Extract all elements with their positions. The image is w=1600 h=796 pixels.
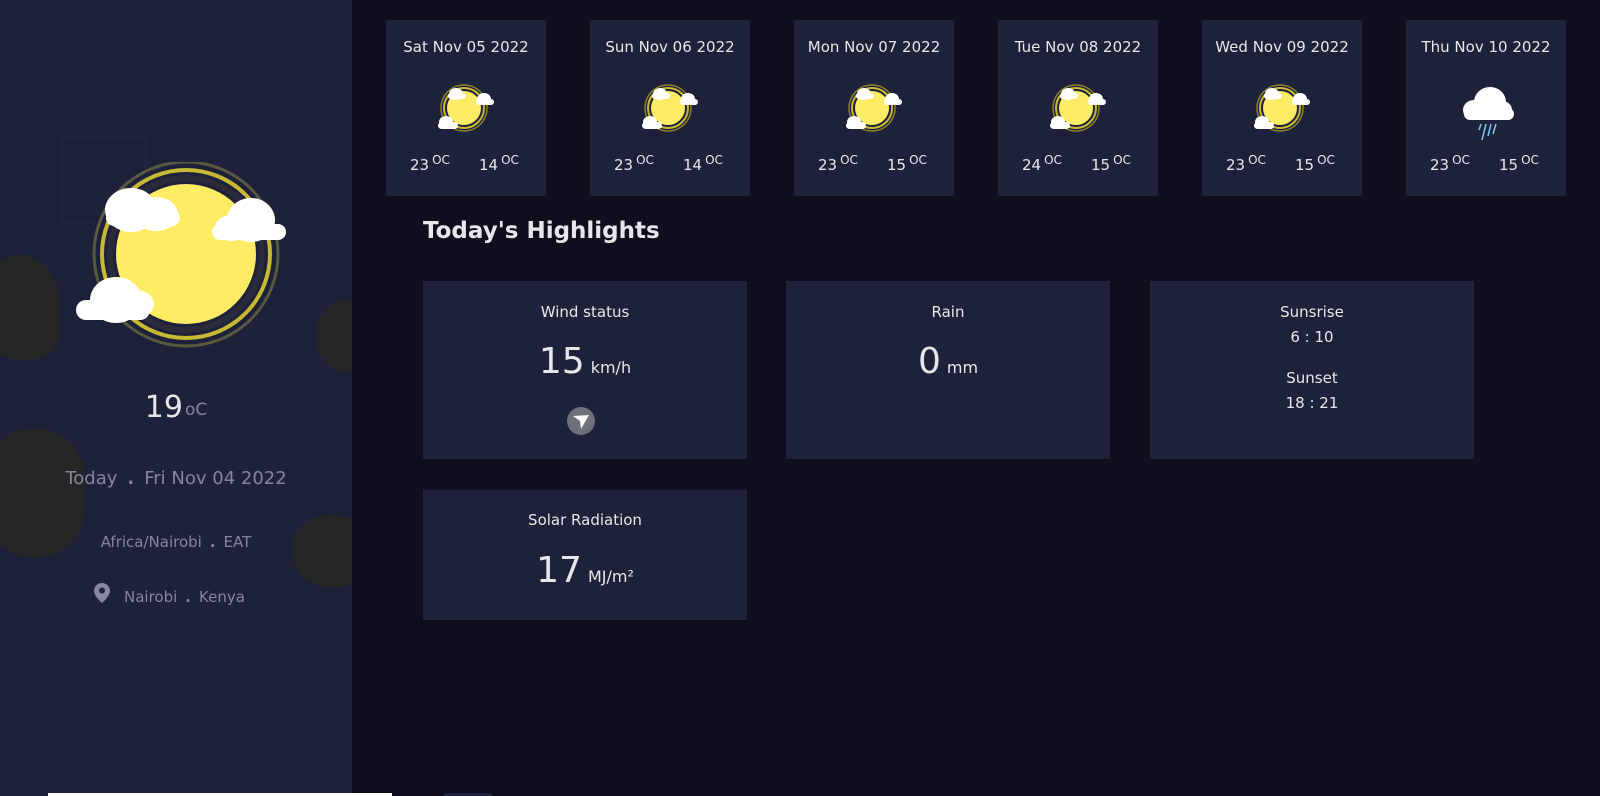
forecast-max-temp: 23 OC [614, 153, 654, 174]
forecast-max-temp: 23 OC [1226, 153, 1266, 174]
sun-with-clouds-icon [76, 162, 286, 348]
forecast-min-temp: 15 OC [1091, 153, 1131, 174]
rain-value: 0 mm [917, 341, 979, 382]
solar-label: Solar Radiation [528, 511, 642, 529]
sunrise-time: 6 : 10 [1290, 328, 1334, 346]
rain-cloud-icon [1463, 87, 1514, 141]
forecast-max-temp: 24 OC [1022, 153, 1062, 174]
forecast-max-temp: 23 OC [1430, 153, 1470, 174]
timezone-info: Africa/Nairobi. EAT [100, 533, 252, 551]
forecast-min-temp: 15 OC [1295, 153, 1335, 174]
sun-times-card: Sunsrise 6 : 10 Sunset 18 : 21 [1150, 281, 1474, 459]
solar-radiation-card: Solar Radiation 17 MJ/m² [423, 490, 747, 620]
forecast-day-card: Wed Nov 09 2022 23 OC 15 OC [1202, 20, 1362, 196]
sunset-time: 18 : 21 [1285, 394, 1339, 412]
forecast-max-temp: 23 OC [818, 153, 858, 174]
temperature-value: 19 [144, 390, 183, 425]
forecast-min-temp: 14 OC [479, 153, 519, 174]
background-cloud [292, 515, 352, 587]
sun-cloud-icon [438, 84, 494, 132]
sunrise-label: Sunsrise [1280, 303, 1344, 321]
date-prefix: Today [65, 468, 118, 489]
current-temperature: 19 oC [0, 390, 352, 425]
current-weather-sidebar: 19 oC Today. Fri Nov 04 2022 Africa/Nairob… [0, 0, 352, 796]
sun-cloud-icon [1254, 84, 1310, 132]
wind-status-card: Wind status 15 km/h [423, 281, 747, 459]
forecast-day-card: Sun Nov 06 2022 23 OC 14 OC [590, 20, 750, 196]
location: Nairobi. Kenya [94, 583, 274, 606]
forecast-min-temp: 14 OC [683, 153, 723, 174]
background-cloud [0, 300, 60, 360]
forecast-date: Thu Nov 10 2022 [1421, 38, 1551, 56]
highlights-title: Today's Highlights [423, 218, 660, 244]
forecast-min-temp: 15 OC [1499, 153, 1539, 174]
forecast-day-card: Tue Nov 08 2022 24 OC 15 OC [998, 20, 1158, 196]
rain-card: Rain 0 mm [786, 281, 1110, 459]
background-cloud [316, 300, 352, 372]
timezone-name: Africa/Nairobi [100, 533, 202, 551]
rain-label: Rain [931, 303, 965, 321]
sun-cloud-icon [846, 84, 902, 132]
forecast-row: Sat Nov 05 2022 23 OC 14 OC Sun Nov 06 202… [386, 20, 1566, 196]
sun-cloud-icon [642, 84, 698, 132]
forecast-date: Tue Nov 08 2022 [1014, 38, 1142, 56]
weather-app: 19 oC Today. Fri Nov 04 2022 Africa/Nairob… [0, 0, 1600, 796]
forecast-date: Sat Nov 05 2022 [403, 38, 529, 56]
location-pin-icon [94, 583, 110, 603]
forecast-date: Sun Nov 06 2022 [605, 38, 735, 56]
forecast-date: Mon Nov 07 2022 [807, 38, 941, 56]
forecast-day-card: Thu Nov 10 2022 23 OC 15 OC [1406, 20, 1566, 196]
wind-direction-icon [567, 407, 595, 435]
forecast-day-card: Sat Nov 05 2022 23 OC 14 OC [386, 20, 546, 196]
forecast-date: Wed Nov 09 2022 [1215, 38, 1349, 56]
forecast-day-card: Mon Nov 07 2022 23 OC 15 OC [794, 20, 954, 196]
date-value: Fri Nov 04 2022 [144, 468, 287, 489]
wind-label: Wind status [540, 303, 630, 321]
country-name: Kenya [199, 588, 245, 606]
wind-value: 15 km/h [538, 341, 632, 382]
forecast-min-temp: 15 OC [887, 153, 927, 174]
timezone-abbr: EAT [223, 533, 252, 551]
city-name: Nairobi [124, 588, 178, 606]
solar-value: 17 MJ/m² [536, 550, 634, 591]
sunset-label: Sunset [1286, 369, 1338, 387]
forecast-max-temp: 23 OC [410, 153, 450, 174]
temperature-unit: oC [184, 400, 208, 420]
current-date: Today. Fri Nov 04 2022 [65, 468, 287, 489]
sun-cloud-icon [1050, 84, 1106, 132]
